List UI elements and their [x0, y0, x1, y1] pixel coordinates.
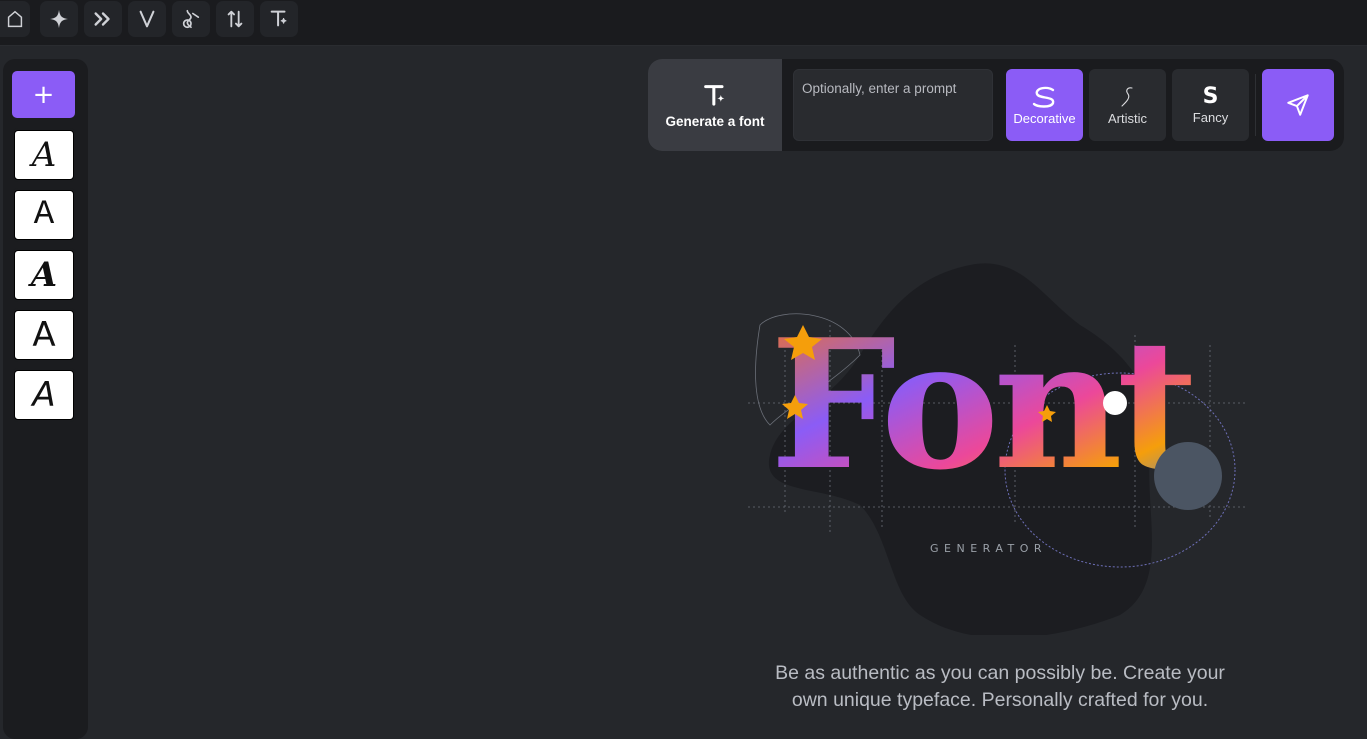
generate-font-tab[interactable]: Generate a font	[648, 59, 782, 151]
text-sparkle-icon	[704, 84, 725, 106]
style-decorative-button[interactable]: Decorative	[1006, 69, 1083, 141]
font-thumb-1[interactable]: A	[14, 130, 74, 180]
font-generator-illustration: Font GENERATOR	[748, 263, 1246, 635]
style-label: Artistic	[1108, 110, 1147, 126]
glyph-label: A	[32, 315, 56, 355]
sparkle-icon[interactable]	[40, 1, 78, 37]
tagline-line-2: own unique typeface. Personally crafted …	[791, 689, 1209, 711]
divider	[1255, 74, 1256, 136]
double-chevron-icon[interactable]	[84, 1, 122, 37]
send-icon	[1287, 94, 1309, 116]
swap-icon[interactable]	[216, 1, 254, 37]
top-toolbar	[0, 0, 1367, 46]
style-label: Fancy	[1192, 109, 1229, 125]
font-thumb-2[interactable]: A	[14, 190, 74, 240]
home-icon[interactable]	[0, 1, 30, 37]
decorative-s-icon	[1032, 86, 1054, 108]
hero-subtitle: GENERATOR	[930, 542, 1047, 555]
hero-title: Font	[770, 300, 1199, 509]
tagline: Be as authentic as you can possibly be. …	[700, 660, 1300, 714]
fancy-s-icon: S	[1202, 83, 1219, 109]
glyph-label: A	[31, 135, 57, 175]
glyph-label: A	[33, 196, 55, 234]
tagline-line-1: Be as authentic as you can possibly be. …	[775, 662, 1225, 684]
font-thumb-5[interactable]: A	[14, 370, 74, 420]
artistic-s-icon	[1120, 86, 1133, 107]
add-font-button[interactable]: +	[12, 71, 75, 118]
text-sparkle-icon[interactable]	[260, 1, 298, 37]
prompt-input[interactable]: Optionally, enter a prompt	[793, 69, 993, 141]
glyph-label: A	[30, 255, 58, 295]
send-button[interactable]	[1262, 69, 1334, 141]
glyph-label: A	[32, 375, 56, 415]
style-fancy-button[interactable]: S Fancy	[1172, 69, 1249, 141]
prompt-placeholder: Optionally, enter a prompt	[802, 81, 957, 96]
generate-font-label: Generate a font	[665, 113, 765, 129]
font-thumb-3[interactable]: A	[14, 250, 74, 300]
v-letter-icon[interactable]	[128, 1, 166, 37]
style-label: Decorative	[1013, 110, 1076, 126]
font-thumb-4[interactable]: A	[14, 310, 74, 360]
brush-icon[interactable]	[172, 1, 210, 37]
style-artistic-button[interactable]: Artistic	[1089, 69, 1166, 141]
